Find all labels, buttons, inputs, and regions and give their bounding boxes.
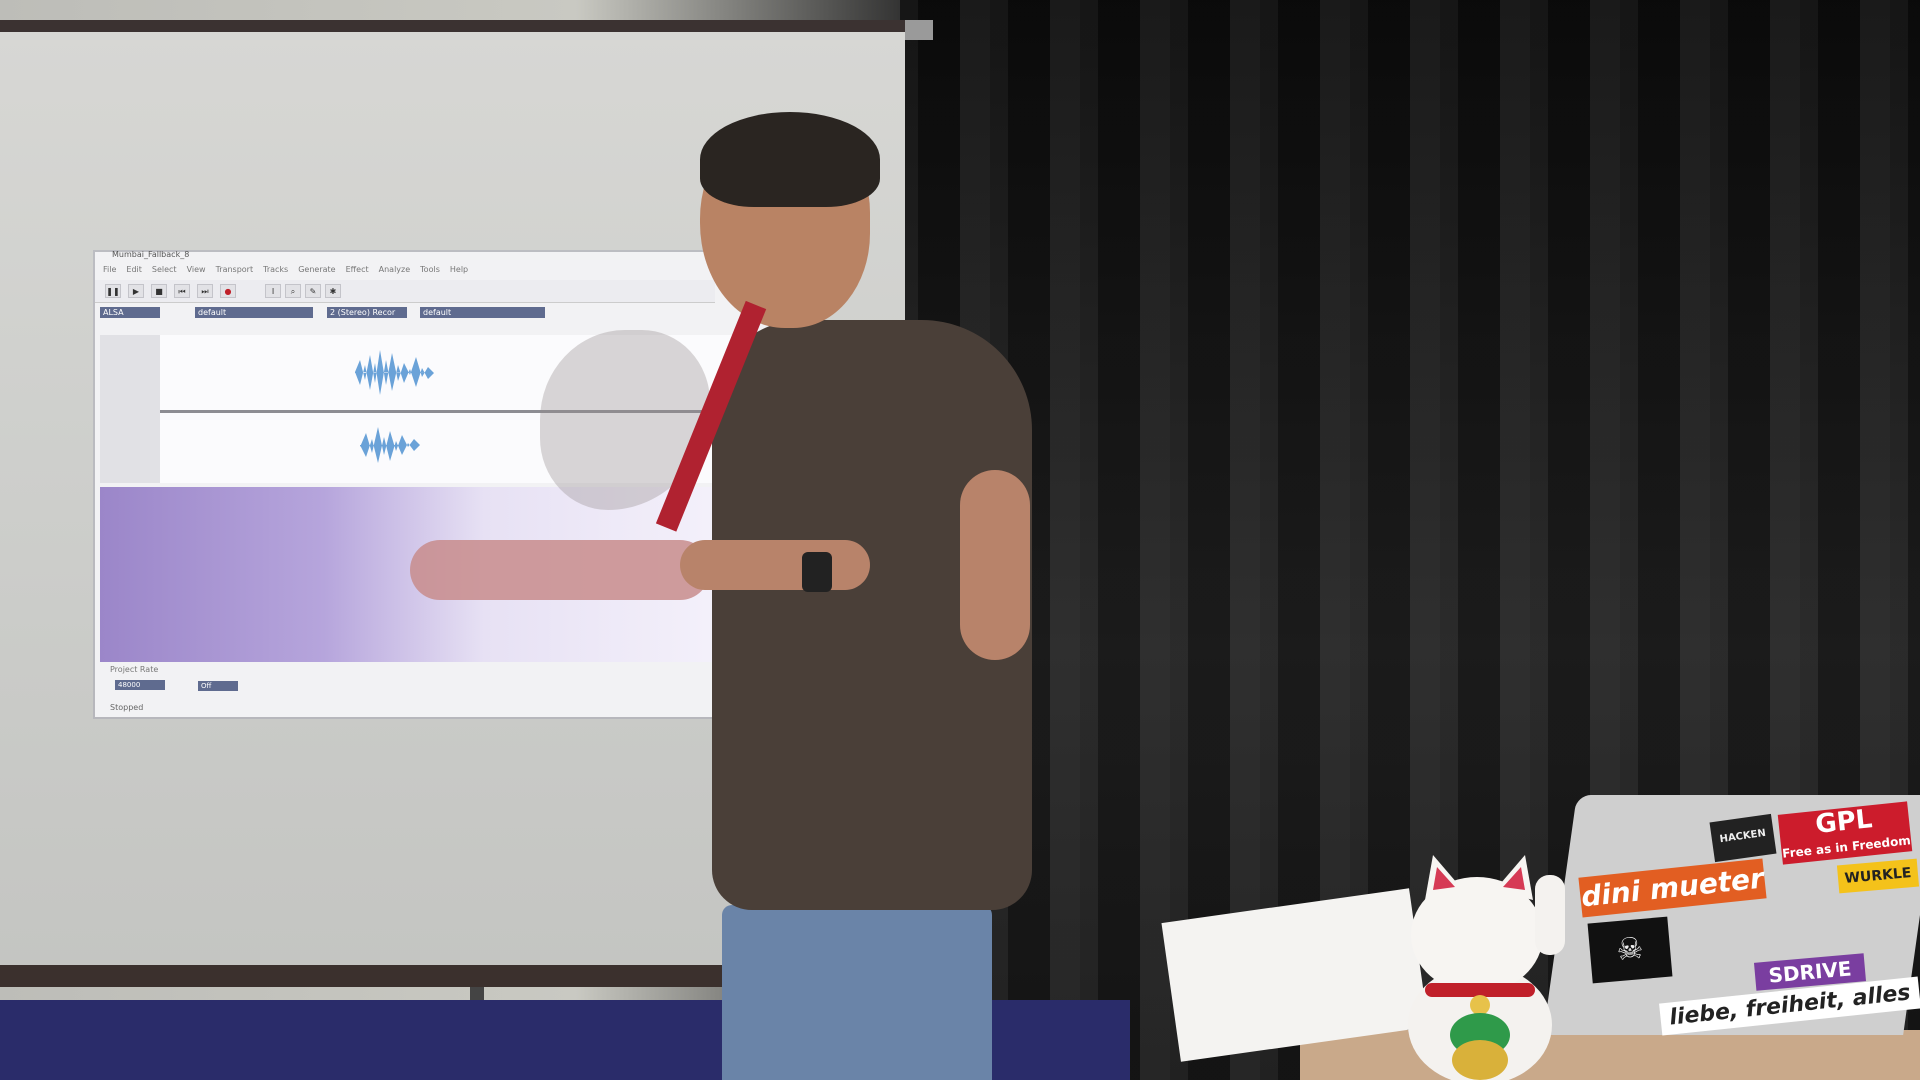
presenter-arm xyxy=(680,540,870,590)
menu-tracks[interactable]: Tracks xyxy=(263,265,288,277)
project-rate-label: Project Rate xyxy=(110,665,159,674)
skip-start-button[interactable]: ⏮ xyxy=(174,284,190,298)
presenter-jeans xyxy=(722,905,992,1080)
device-toolbar: ALSA default 2 (Stereo) Recor default xyxy=(95,306,715,320)
recording-channels-select[interactable]: 2 (Stereo) Recor xyxy=(327,307,407,318)
project-rate-input[interactable]: 48000 xyxy=(115,680,165,690)
skip-end-button[interactable]: ⏭ xyxy=(197,284,213,298)
audio-host-select[interactable]: ALSA xyxy=(100,307,160,318)
stop-button[interactable]: ■ xyxy=(151,284,167,298)
recording-device-select[interactable]: default xyxy=(195,307,313,318)
playback-device-select[interactable]: default xyxy=(420,307,545,318)
play-button[interactable]: ▶ xyxy=(128,284,144,298)
menu-edit[interactable]: Edit xyxy=(126,265,142,277)
status-bar: Stopped xyxy=(110,703,144,712)
presenter-hair xyxy=(700,112,880,207)
draw-tool-icon[interactable]: ✎ xyxy=(305,284,321,298)
multi-tool-icon[interactable]: ✱ xyxy=(325,284,341,298)
wristwatch xyxy=(802,552,832,592)
selection-tool-icon[interactable]: I xyxy=(265,284,281,298)
menu-effect[interactable]: Effect xyxy=(346,265,369,277)
pause-button[interactable]: ❚❚ xyxy=(105,284,121,298)
presenter-forearm xyxy=(960,470,1030,660)
transport-toolbar: ❚❚ ▶ ■ ⏮ ⏭ ● I ⌕ ✎ ✱ xyxy=(95,280,715,303)
projection-screen-end-cap xyxy=(905,20,933,40)
window-title: Mumbai_Fallback_8 xyxy=(112,250,190,259)
menu-tools[interactable]: Tools xyxy=(420,265,440,277)
menu-generate[interactable]: Generate xyxy=(298,265,335,277)
projected-arm-image xyxy=(410,540,710,600)
menu-select[interactable]: Select xyxy=(152,265,177,277)
menu-file[interactable]: File xyxy=(103,265,116,277)
record-button[interactable]: ● xyxy=(220,284,236,298)
menu-view[interactable]: View xyxy=(187,265,206,277)
menu-analyze[interactable]: Analyze xyxy=(379,265,411,277)
sticker-skull: ☠ xyxy=(1587,916,1673,984)
menu-help[interactable]: Help xyxy=(450,265,468,277)
track-control-panel[interactable] xyxy=(100,335,161,483)
snap-to-select[interactable]: Off xyxy=(198,681,238,691)
menu-bar: File Edit Select View Transport Tracks G… xyxy=(95,265,715,277)
lucky-cat-figurine xyxy=(1408,855,1565,1080)
zoom-tool-icon[interactable]: ⌕ xyxy=(285,284,301,298)
sticker-hacken: HACKEN xyxy=(1709,813,1777,863)
menu-transport[interactable]: Transport xyxy=(216,265,254,277)
